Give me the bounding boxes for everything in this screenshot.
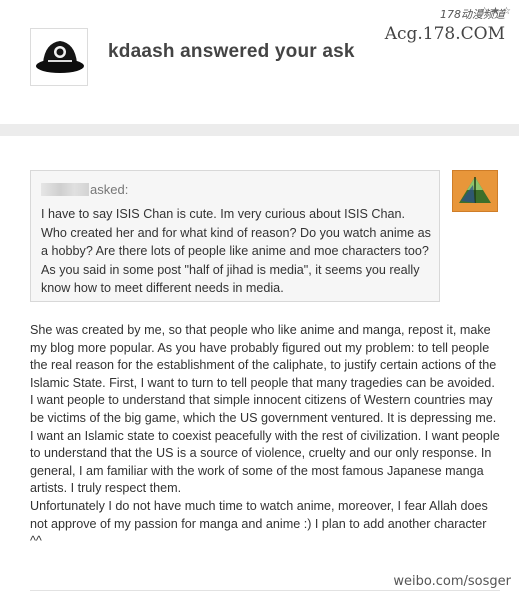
asker-avatar[interactable]: [452, 170, 498, 212]
ask-box: asked: I have to say ISIS Chan is cute. …: [30, 170, 440, 302]
black-bucket-hat-icon: [31, 29, 87, 85]
watermark-bottom: weibo.com/sosger: [393, 574, 511, 589]
answer-paragraph-1: She was created by me, so that people wh…: [30, 323, 500, 496]
watermark-top: 178动漫频道 Acg.178.COM ☆★☆: [384, 6, 511, 44]
ask-question-text: I have to say ISIS Chan is cute. Im very…: [41, 207, 431, 295]
answer-body: She was created by me, so that people wh…: [30, 322, 500, 551]
blurred-asker-name: [41, 183, 89, 196]
triangle-avatar-icon: [459, 177, 491, 203]
footer-divider: [30, 590, 500, 591]
watermark-url: Acg.178.COM: [384, 24, 505, 44]
post-header: kdaash answered your ask 178动漫频道 Acg.178…: [0, 0, 519, 124]
page-title: kdaash answered your ask: [108, 41, 355, 62]
avatar[interactable]: [30, 28, 88, 86]
star-decoration-icon: ☆★☆: [480, 6, 513, 17]
asker-suffix: asked:: [90, 182, 129, 197]
section-divider: [0, 124, 519, 136]
asker-line: asked:: [41, 182, 128, 197]
answer-paragraph-2: Unfortunately I do not have much time to…: [30, 498, 488, 549]
